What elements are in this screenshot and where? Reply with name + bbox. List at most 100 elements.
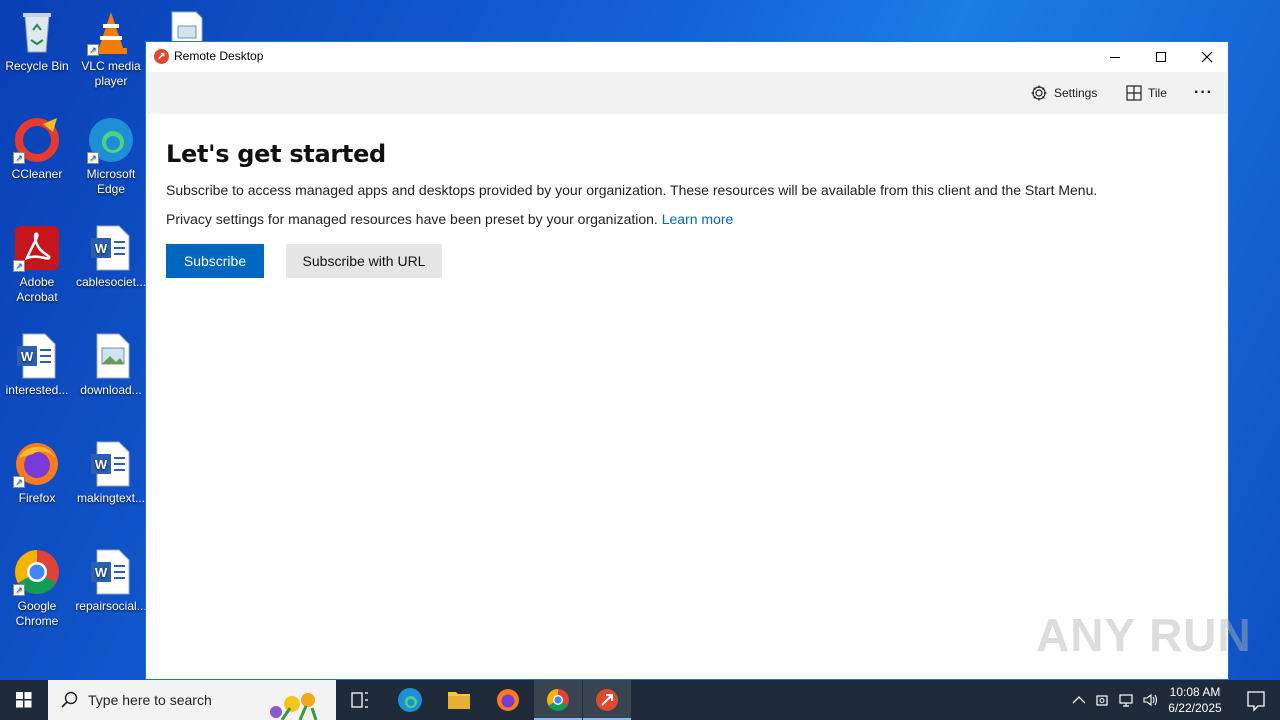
learn-more-link[interactable]: Learn more — [662, 211, 734, 227]
partial-image-file-icon[interactable] — [170, 10, 204, 43]
desktop-icon-cablesociet[interactable]: W cablesociet... — [74, 224, 148, 290]
privacy-notice: Privacy settings for managed resources h… — [166, 211, 1208, 227]
show-hidden-icons-button[interactable] — [1070, 692, 1088, 708]
word-document-icon: W — [87, 440, 135, 488]
desktop-icon-label: download... — [80, 383, 142, 397]
desktop-icon-firefox[interactable]: ↗ Firefox — [0, 440, 74, 506]
ccleaner-icon: ↗ — [13, 116, 61, 164]
tile-label: Tile — [1148, 86, 1167, 100]
minimize-icon — [1110, 57, 1120, 58]
tray-meet-now[interactable] — [1094, 692, 1112, 708]
speaker-icon — [1143, 693, 1158, 707]
recycle-bin-icon — [13, 8, 61, 56]
desktop-icon-label: Adobe Acrobat — [16, 275, 58, 304]
clock-date: 6/22/2025 — [1168, 701, 1222, 715]
close-button[interactable] — [1184, 42, 1230, 72]
taskbar-search-box[interactable]: Type here to search — [48, 680, 336, 720]
desktop-icon-label: Firefox — [18, 491, 56, 505]
action-center-button[interactable] — [1232, 680, 1280, 720]
clock-time: 10:08 AM — [1169, 685, 1221, 699]
subscribe-description: Subscribe to access managed apps and des… — [166, 182, 1098, 198]
desktop-icon-label: cablesociet... — [75, 275, 147, 289]
tray-network[interactable] — [1118, 692, 1136, 708]
remote-desktop-icon — [596, 689, 618, 711]
start-button[interactable] — [0, 680, 48, 720]
more-options-button[interactable]: ··· — [1194, 83, 1213, 103]
window-title: Remote Desktop — [174, 49, 264, 63]
desktop-icon-google-chrome[interactable]: ↗ Google Chrome — [0, 548, 74, 629]
firefox-icon — [497, 689, 519, 711]
desktop-icon-label: interested... — [5, 383, 69, 397]
anyrun-watermark: ANY RUN — [1036, 609, 1252, 661]
desktop-icon-makingtext[interactable]: W makingtext... — [74, 440, 148, 506]
task-view-icon — [351, 692, 368, 708]
tile-view-button[interactable]: Tile — [1126, 83, 1167, 103]
notification-icon — [1247, 691, 1265, 712]
chrome-icon — [547, 689, 569, 711]
network-icon — [1119, 694, 1133, 707]
search-icon — [61, 691, 78, 708]
desktop-icon-interested[interactable]: W interested... — [0, 332, 74, 398]
command-bar: Settings Tile ··· — [146, 72, 1228, 114]
taskbar-clock[interactable]: 10:08 AM 6/22/2025 — [1160, 684, 1230, 716]
windows-logo-icon — [16, 692, 32, 708]
close-icon — [1201, 51, 1213, 63]
search-highlight-flowers-icon — [270, 693, 318, 720]
tile-icon — [1126, 85, 1142, 101]
task-view-button[interactable] — [336, 680, 384, 720]
maximize-icon — [1156, 52, 1166, 62]
desktop-icon-vlc[interactable]: ↗ VLC media player — [74, 8, 148, 89]
subscribe-with-url-button[interactable]: Subscribe with URL — [286, 244, 442, 278]
word-document-icon: W — [87, 224, 135, 272]
taskbar-edge[interactable] — [386, 680, 434, 720]
desktop-icon-label: makingtext... — [76, 491, 146, 505]
settings-label: Settings — [1054, 86, 1098, 100]
minimize-button[interactable] — [1092, 42, 1138, 72]
svg-text:W: W — [95, 565, 108, 580]
desktop-icon-recycle-bin[interactable]: Recycle Bin — [0, 8, 74, 74]
svg-text:W: W — [95, 457, 108, 472]
desktop-icon-ccleaner[interactable]: ↗ CCleaner — [0, 116, 74, 182]
firefox-icon: ↗ — [13, 440, 61, 488]
desktop-icon-label: Microsoft Edge — [86, 167, 136, 196]
desktop-icon-label: repairsocial... — [75, 599, 147, 613]
taskbar-chrome[interactable] — [534, 680, 582, 720]
desktop-icon-label: CCleaner — [11, 167, 63, 181]
taskbar-firefox[interactable] — [484, 680, 532, 720]
subscribe-actions: Subscribe Subscribe with URL — [166, 244, 1208, 278]
desktop-icon-label: VLC media player — [81, 59, 141, 88]
svg-text:W: W — [21, 349, 34, 364]
remote-desktop-window: ↗ Remote Desktop Settings Tile ··· Let's… — [145, 41, 1229, 680]
camera-icon — [1096, 695, 1108, 706]
window-titlebar[interactable]: ↗ Remote Desktop — [146, 42, 1228, 72]
taskbar-file-explorer[interactable] — [435, 680, 483, 720]
desktop-icon-label: Recycle Bin — [5, 59, 69, 73]
taskbar: Type here to search 10:08 AM 6/22/2025 — [0, 680, 1280, 720]
edge-icon — [398, 688, 422, 712]
desktop-icon-repairsocial[interactable]: W repairsocial... — [74, 548, 148, 614]
maximize-button[interactable] — [1138, 42, 1184, 72]
word-document-icon: W — [13, 332, 61, 380]
desktop-icon-adobe-acrobat[interactable]: ↗ Adobe Acrobat — [0, 224, 74, 305]
page-title: Let's get started — [166, 140, 386, 168]
image-file-icon — [87, 332, 135, 380]
folder-icon — [448, 692, 470, 709]
tray-volume[interactable] — [1142, 692, 1160, 708]
more-options-icon: ··· — [1194, 84, 1213, 101]
chrome-icon: ↗ — [13, 548, 61, 596]
svg-text:W: W — [95, 241, 108, 256]
desktop-icon-edge[interactable]: ↗ Microsoft Edge — [74, 116, 148, 197]
vlc-icon: ↗ — [87, 8, 135, 56]
acrobat-icon: ↗ — [13, 224, 61, 272]
subscribe-button[interactable]: Subscribe — [166, 244, 264, 278]
taskbar-remote-desktop[interactable] — [583, 680, 631, 720]
desktop-icon-label: Google Chrome — [15, 599, 59, 628]
gear-icon — [1031, 85, 1047, 101]
search-placeholder: Type here to search — [88, 692, 212, 708]
chevron-up-icon — [1072, 696, 1086, 704]
desktop-icon-download[interactable]: download... — [74, 332, 148, 398]
word-document-icon: W — [87, 548, 135, 596]
settings-button[interactable]: Settings — [1030, 83, 1097, 103]
get-started-panel: Let's get started Subscribe to access ma… — [146, 114, 1228, 304]
edge-icon: ↗ — [87, 116, 135, 164]
